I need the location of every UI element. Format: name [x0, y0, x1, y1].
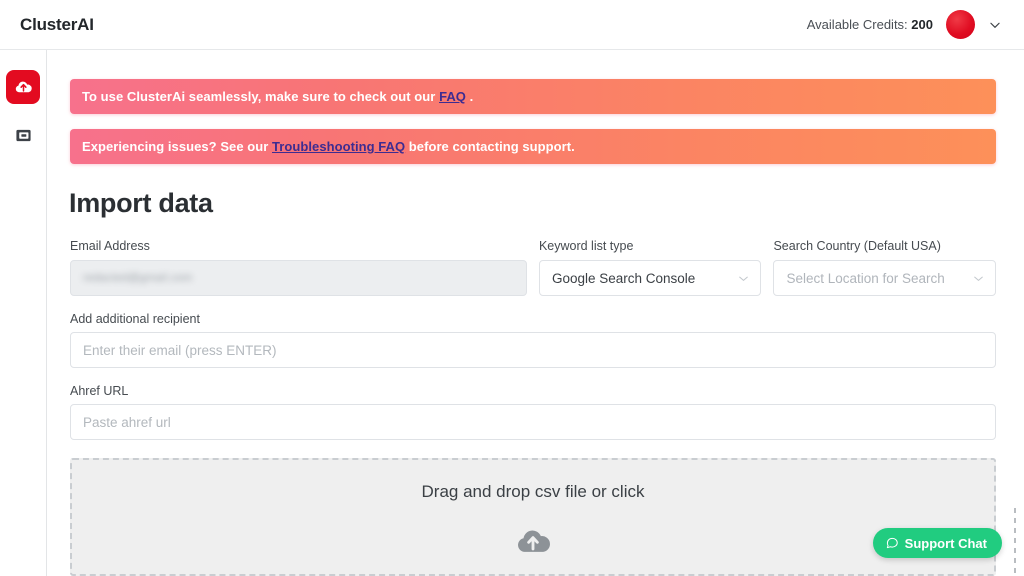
- chevron-down-icon: [974, 276, 983, 281]
- banner-faq-after: .: [465, 89, 474, 104]
- field-email: Email Address redacted@gmail.com: [70, 239, 527, 296]
- banner-ts-before: Experiencing issues? See our: [82, 139, 273, 154]
- keyword-list-type-value: Google Search Console: [551, 270, 696, 286]
- keyword-list-type-label: Keyword list type: [538, 239, 634, 253]
- banner-troubleshooting-text: Experiencing issues? See our Troubleshoo…: [82, 139, 575, 154]
- ahref-url-input[interactable]: [70, 404, 996, 440]
- header-right-group: Available Credits: 200: [807, 10, 1002, 39]
- search-country-value: Select Location for Search: [786, 270, 945, 286]
- main-content: To use ClusterAi seamlessly, make sure t…: [47, 50, 1024, 576]
- banner-faq-text: To use ClusterAi seamlessly, make sure t…: [82, 89, 473, 104]
- cloud-upload-icon: [15, 81, 32, 92]
- banner-ts-after: before contacting support.: [405, 139, 575, 154]
- faq-link[interactable]: FAQ: [439, 89, 466, 104]
- csv-dropzone[interactable]: Drag and drop csv file or click: [70, 458, 996, 576]
- additional-recipient-input[interactable]: [70, 332, 996, 368]
- field-additional-recipient: Add additional recipient: [70, 312, 996, 368]
- form-row-top: Email Address redacted@gmail.com Keyword…: [70, 239, 996, 296]
- credits-value: 200: [911, 17, 933, 32]
- field-keyword-list-type: Keyword list type Google Search Console: [538, 239, 762, 296]
- additional-recipient-label: Add additional recipient: [70, 312, 200, 326]
- credits-label: Available Credits:: [806, 17, 908, 32]
- import-form: Email Address redacted@gmail.com Keyword…: [47, 239, 1024, 576]
- email-input[interactable]: redacted@gmail.com: [70, 260, 527, 296]
- avatar[interactable]: [946, 10, 975, 39]
- dropzone-icon-wrap: [514, 524, 552, 554]
- app-root: ClusterAI Available Credits: 200 To use …: [0, 0, 1024, 576]
- chevron-down-icon: [739, 276, 749, 281]
- chat-bubble-icon: [886, 537, 898, 549]
- field-search-country: Search Country (Default USA) Select Loca…: [773, 239, 996, 296]
- ahref-url-label: Ahref URL: [70, 384, 129, 398]
- search-country-label: Search Country (Default USA): [773, 239, 941, 253]
- support-chat-label: Support Chat: [904, 535, 987, 551]
- field-ahref-url: Ahref URL: [70, 384, 996, 440]
- page-edge-dashes: [1014, 508, 1016, 576]
- email-label: Email Address: [70, 239, 150, 253]
- banner-troubleshooting: Experiencing issues? See our Troubleshoo…: [70, 129, 996, 164]
- left-sidebar: [0, 50, 47, 576]
- cloud-upload-icon: [518, 530, 550, 552]
- banner-faq: To use ClusterAi seamlessly, make sure t…: [70, 79, 996, 114]
- keyword-list-type-select[interactable]: Google Search Console: [538, 260, 762, 296]
- collection-card-icon: [15, 129, 31, 141]
- available-credits: Available Credits: 200: [807, 17, 933, 32]
- chevron-down-icon[interactable]: [988, 18, 1002, 32]
- sidebar-item-collections[interactable]: [6, 118, 40, 152]
- top-header: ClusterAI Available Credits: 200: [0, 0, 1024, 50]
- support-chat-button[interactable]: Support Chat: [872, 528, 1002, 558]
- search-country-select[interactable]: Select Location for Search: [773, 260, 996, 296]
- email-value: redacted@gmail.com: [83, 272, 193, 284]
- dropzone-text: Drag and drop csv file or click: [421, 482, 645, 501]
- brand-logo[interactable]: ClusterAI: [20, 15, 94, 35]
- page-title: Import data: [69, 188, 213, 218]
- banner-faq-before: To use ClusterAi seamlessly, make sure t…: [82, 89, 440, 104]
- troubleshooting-faq-link[interactable]: Troubleshooting FAQ: [272, 139, 405, 154]
- sidebar-item-import[interactable]: [6, 70, 40, 104]
